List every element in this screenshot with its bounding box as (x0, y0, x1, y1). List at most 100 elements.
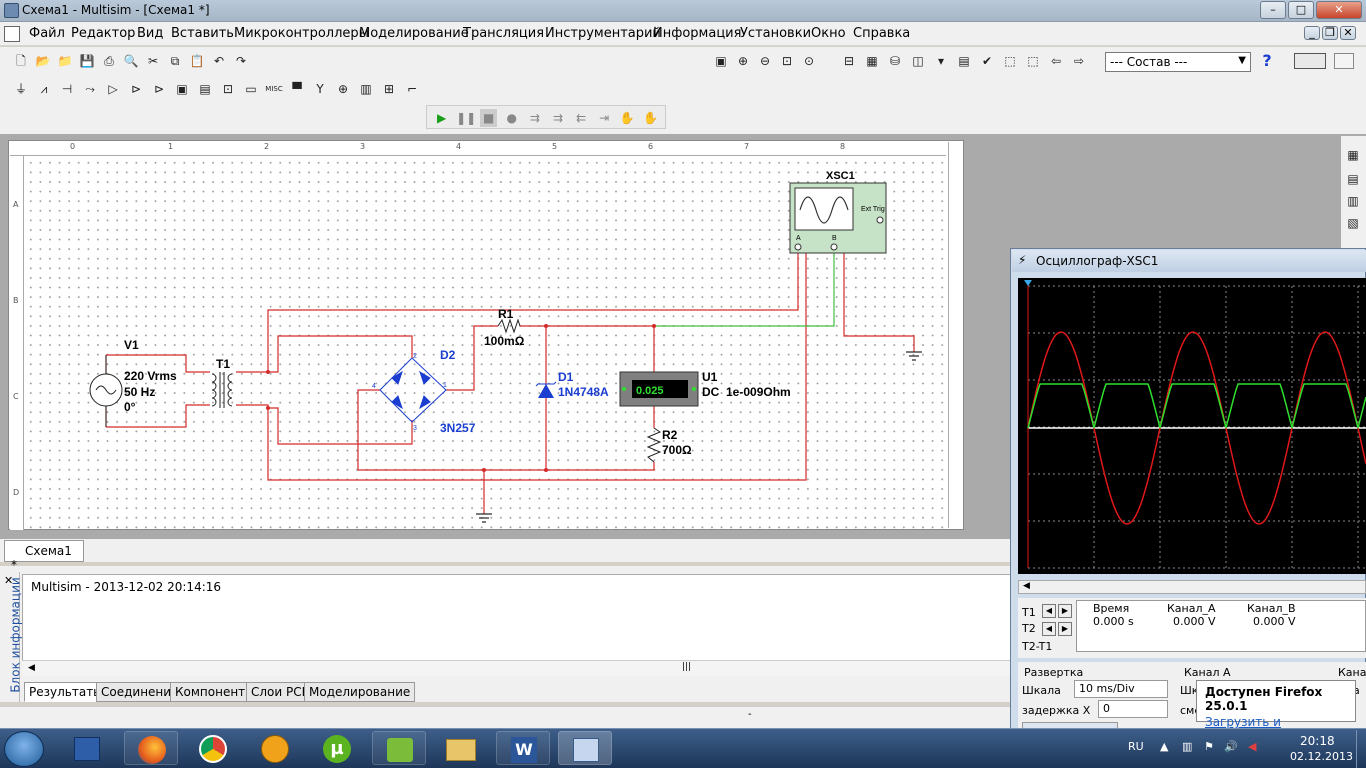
step-over-icon[interactable]: ⇉ (549, 109, 566, 127)
t1-left-arrow[interactable]: ◀ (1042, 604, 1056, 618)
instrument-icon[interactable] (1294, 53, 1326, 69)
fullscreen-icon[interactable]: ▣ (712, 52, 730, 70)
mdi-close-button[interactable]: ✕ (1340, 26, 1356, 40)
run-to-cursor-icon[interactable]: ⇥ (596, 109, 613, 127)
power-icon[interactable]: ▭ (242, 80, 260, 98)
ttl-icon[interactable]: ⊳ (127, 80, 145, 98)
analog-icon[interactable]: ▷ (104, 80, 122, 98)
clock-date[interactable]: 02.12.2013 (1290, 750, 1353, 763)
wattmeter-tool-icon[interactable]: ▥ (1344, 192, 1362, 210)
help-icon[interactable]: ? (1258, 52, 1276, 70)
in-use-list-combo[interactable]: --- Состав --- ▼ (1105, 52, 1251, 72)
scroll-thumb[interactable]: ||| (682, 662, 691, 672)
zoom-area-icon[interactable]: ⊡ (778, 52, 796, 70)
zoom-out-icon[interactable]: ⊖ (756, 52, 774, 70)
menu-insert[interactable]: Вставить (171, 26, 234, 41)
redo-icon[interactable]: ↷ (232, 52, 250, 70)
menu-reports[interactable]: Информация (653, 26, 741, 41)
grapher-icon[interactable]: ◫ (909, 52, 927, 70)
back-annotate-icon[interactable]: ⇦ (1047, 52, 1065, 70)
panel-icon[interactable] (1334, 53, 1354, 69)
print-icon[interactable]: ⎙ (100, 52, 118, 70)
aimp-taskbar-icon[interactable] (248, 731, 302, 765)
rf-icon[interactable]: Y (311, 80, 329, 98)
word-taskbar-icon[interactable]: W (496, 731, 550, 765)
oscilloscope-screen[interactable] (1018, 278, 1366, 574)
menu-file[interactable]: Файл (29, 26, 65, 41)
xdelay-input[interactable]: 0 (1098, 700, 1168, 718)
horizontal-scrollbar[interactable]: ◀ ||| (22, 660, 1012, 676)
probe-icon[interactable]: ✋ (642, 109, 659, 127)
zoom-in-icon[interactable]: ⊕ (734, 52, 752, 70)
language-indicator[interactable]: RU (1128, 740, 1144, 753)
maximize-button[interactable]: □ (1288, 1, 1314, 19)
mixed-icon[interactable]: ▤ (196, 80, 214, 98)
bus-icon[interactable]: ⌐ (403, 80, 421, 98)
t2-left-arrow[interactable]: ◀ (1042, 622, 1056, 636)
indicator-icon[interactable]: ⊡ (219, 80, 237, 98)
run-icon[interactable]: ▶ (433, 109, 450, 127)
timebase-scale-input[interactable]: 10 ms/Div (1074, 680, 1168, 698)
menu-simulate[interactable]: Моделирование (359, 26, 469, 41)
firefox-taskbar-icon[interactable] (124, 731, 178, 765)
step-into-icon[interactable]: ⇉ (526, 109, 543, 127)
cmos-icon[interactable]: ⊳ (150, 80, 168, 98)
zoom-fit-icon[interactable]: ⊙ (800, 52, 818, 70)
mdi-restore-button[interactable]: ❐ (1322, 26, 1338, 40)
open-sample-icon[interactable]: 📁 (56, 52, 74, 70)
oscilloscope-titlebar[interactable]: ⚡ Осциллограф-XSC1 (1012, 250, 1366, 272)
save-disk-taskbar-icon[interactable] (60, 731, 114, 765)
minimize-button[interactable]: – (1260, 1, 1286, 19)
utorrent-taskbar-icon[interactable]: µ (310, 731, 364, 765)
menu-edit[interactable]: Редактор (71, 26, 135, 41)
print-preview-icon[interactable]: 🔍 (122, 52, 140, 70)
breakpoint-icon[interactable]: ● (503, 109, 520, 127)
pause-icon[interactable]: ❚❚ (456, 109, 476, 127)
misc-icon[interactable]: MISC (265, 80, 283, 98)
copy-icon[interactable]: ⧉ (166, 52, 184, 70)
cleaner-taskbar-icon[interactable] (372, 731, 426, 765)
volume-icon[interactable]: 🔊 (1224, 740, 1238, 753)
scope-scroll-left-icon[interactable]: ◀ (1023, 581, 1030, 591)
new-file-icon[interactable]: 🗋 (12, 52, 30, 70)
save-icon[interactable]: 💾 (78, 52, 96, 70)
electromech-icon[interactable]: ⊕ (334, 80, 352, 98)
mcu-icon[interactable]: ▣ (173, 80, 191, 98)
document-icon[interactable] (4, 26, 20, 42)
menu-help[interactable]: Справка (853, 26, 910, 41)
erc-icon[interactable]: ✔ (978, 52, 996, 70)
network-icon[interactable]: ▥ (1182, 740, 1192, 753)
t2-right-arrow[interactable]: ▶ (1058, 622, 1072, 636)
analysis-icon[interactable]: ▾ (932, 52, 950, 70)
start-button[interactable] (4, 731, 44, 767)
menu-options[interactable]: Установки (740, 26, 811, 41)
spreadsheet-icon[interactable]: ▦ (863, 52, 881, 70)
cut-icon[interactable]: ✂ (144, 52, 162, 70)
source-icon[interactable]: ⏚ (12, 80, 30, 98)
scope-tool-icon[interactable]: ▧ (1344, 214, 1362, 232)
paste-icon[interactable]: 📋 (188, 52, 206, 70)
multimeter-tool-icon[interactable]: ▦ (1344, 146, 1362, 164)
forward-annotate-icon[interactable]: ⇨ (1070, 52, 1088, 70)
postprocessor-icon[interactable]: ▤ (955, 52, 973, 70)
region-icon[interactable]: ⬚ (1001, 52, 1019, 70)
clock-time[interactable]: 20:18 (1300, 734, 1335, 748)
step-out-icon[interactable]: ⇇ (573, 109, 590, 127)
multisim-app-icon[interactable] (4, 3, 19, 18)
transistor-icon[interactable]: ⤳ (81, 80, 99, 98)
explorer-taskbar-icon[interactable] (434, 731, 488, 765)
undo-icon[interactable]: ↶ (210, 52, 228, 70)
mdi-minimize-button[interactable]: _ (1304, 26, 1320, 40)
show-hidden-icon[interactable]: ▲ (1160, 740, 1168, 753)
menu-transfer[interactable]: Трансляция (463, 26, 544, 41)
menu-view[interactable]: Вид (137, 26, 163, 41)
tab-simulation[interactable]: Моделирование (304, 682, 416, 702)
resistor-icon[interactable]: ⩘ (35, 80, 53, 98)
menu-tools[interactable]: Инструментарий (545, 26, 661, 41)
database-icon[interactable]: ⛁ (886, 52, 904, 70)
firefox-update-notification[interactable]: Доступен Firefox 25.0.1 Загрузить и уста… (1196, 680, 1356, 743)
function-gen-tool-icon[interactable]: ▤ (1344, 170, 1362, 188)
show-desktop-button[interactable] (1356, 730, 1366, 768)
multisim-taskbar-icon[interactable] (558, 731, 612, 765)
t1-right-arrow[interactable]: ▶ (1058, 604, 1072, 618)
